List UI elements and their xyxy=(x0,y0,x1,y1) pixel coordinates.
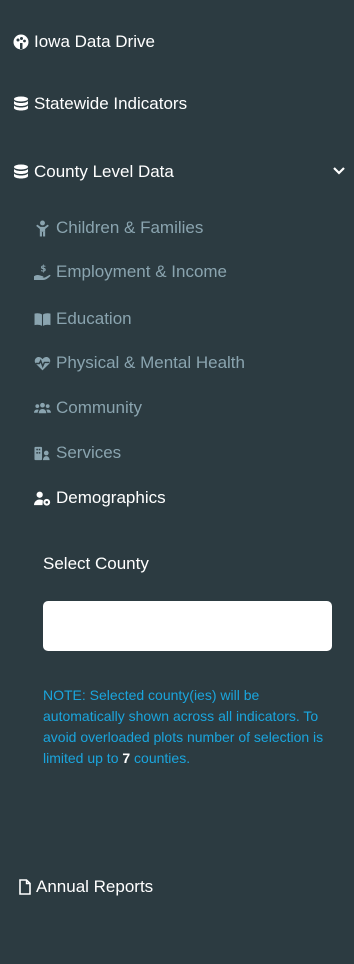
services-icon xyxy=(32,444,52,462)
sidebar-item-label: Physical & Mental Health xyxy=(56,353,245,372)
heartbeat-icon xyxy=(32,354,52,372)
users-icon xyxy=(32,399,52,417)
sidebar-item-children-families[interactable]: Children & Families xyxy=(0,213,354,243)
select-county-label: Select County xyxy=(43,554,149,573)
database-icon xyxy=(12,95,30,113)
user-cog-icon xyxy=(32,489,52,507)
chevron-down-icon[interactable] xyxy=(332,163,346,177)
sidebar-item-education[interactable]: Education xyxy=(0,304,354,334)
note-limit: 7 xyxy=(122,750,131,766)
palette-icon xyxy=(12,33,30,51)
nav-item-statewide-indicators[interactable]: Statewide Indicators xyxy=(0,87,354,121)
sidebar: Iowa Data Drive Statewide Indicators Cou… xyxy=(0,0,354,964)
sidebar-item-demographics[interactable]: Demographics xyxy=(0,483,354,513)
nav-label: Iowa Data Drive xyxy=(34,32,155,51)
nav-label: Annual Reports xyxy=(36,877,154,896)
nav-label: Statewide Indicators xyxy=(34,94,188,113)
file-icon xyxy=(16,878,34,896)
sidebar-item-employment-income[interactable]: $ Employment & Income xyxy=(0,257,354,287)
selection-note: NOTE: Selected county(ies) will be autom… xyxy=(43,685,333,769)
sidebar-item-community[interactable]: Community xyxy=(0,393,354,423)
sidebar-item-label: Employment & Income xyxy=(56,262,228,281)
child-icon xyxy=(32,219,52,237)
nav-item-iowa-data-drive[interactable]: Iowa Data Drive xyxy=(0,25,354,59)
nav-item-county-level-data[interactable]: County Level Data xyxy=(0,155,354,189)
county-select-input[interactable] xyxy=(43,601,332,651)
sidebar-item-label: Education xyxy=(56,309,132,328)
svg-text:$: $ xyxy=(40,264,46,274)
hand-money-icon: $ xyxy=(32,263,52,281)
sidebar-item-label: Community xyxy=(56,398,142,417)
sidebar-item-label: Children & Families xyxy=(56,218,204,237)
nav-item-annual-reports[interactable]: Annual Reports xyxy=(0,870,354,904)
note-text-after: counties. xyxy=(130,750,191,766)
sidebar-item-label: Demographics xyxy=(56,488,166,507)
book-icon xyxy=(32,310,52,328)
nav-label: County Level Data xyxy=(34,162,174,181)
sidebar-item-services[interactable]: Services xyxy=(0,438,354,468)
database-icon xyxy=(12,163,30,181)
sidebar-item-label: Services xyxy=(56,443,122,462)
sidebar-item-physical-mental-health[interactable]: Physical & Mental Health xyxy=(0,348,354,378)
